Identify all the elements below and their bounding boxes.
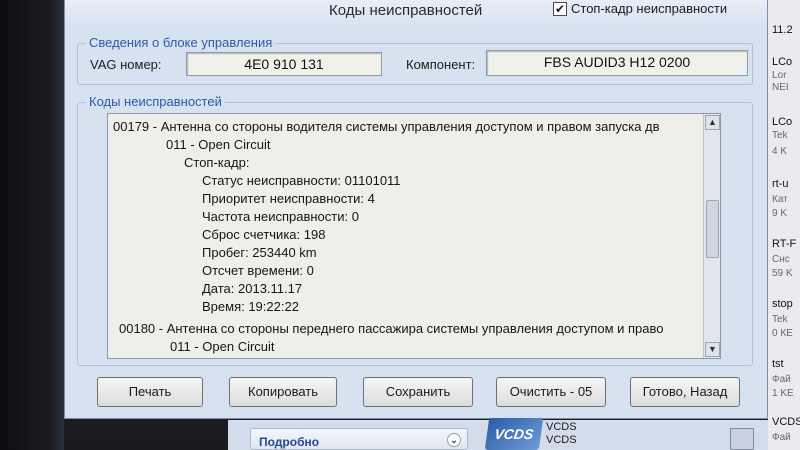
vag-number-field: 4E0 910 131 — [186, 52, 382, 76]
component-label: Компонент: — [406, 57, 476, 72]
checkmark-icon: ✔ — [554, 1, 566, 16]
details-toggle[interactable]: Подробно ⌄ — [250, 428, 468, 450]
vag-number-label: VAG номер: — [90, 57, 162, 72]
fault-codes-group-title: Коды неисправностей — [86, 94, 225, 109]
window-title: Коды неисправностей — [329, 2, 483, 19]
calculator-icon[interactable] — [730, 428, 754, 450]
freeze-frame-label: Стоп-кадр неисправности — [571, 1, 728, 16]
fault-codes-list[interactable]: 00179 - Антенна со стороны водителя сист… — [107, 113, 721, 359]
vcds-label: VCDS — [546, 434, 577, 446]
vcds-logo: VCDS — [484, 418, 544, 450]
monitor-bezel — [0, 0, 64, 450]
freeze-frame-checkbox[interactable]: ✔ — [553, 1, 567, 16]
file-list-header: 11.2 — [772, 24, 793, 36]
title-bar: Коды неисправностей ✔ Стоп-кадр неисправ… — [65, 0, 767, 25]
clear-button[interactable]: Очистить - 05 — [496, 377, 606, 407]
fault-code-line: Дата: 2013.11.17 — [202, 281, 303, 296]
freeze-frame-toggle[interactable]: ✔ Стоп-кадр неисправности — [553, 1, 727, 16]
fault-code-line: Стоп-кадр: — [184, 155, 250, 170]
fault-code-line: Отсчет времени: 0 — [202, 263, 314, 278]
fault-code-line: Время: 19:22:22 — [202, 299, 299, 314]
fault-code-line: 011 - Open Circuit — [166, 137, 271, 152]
vcds-label: VCDS — [546, 421, 577, 433]
fault-code-line: 00179 - Антенна со стороны водителя сист… — [113, 119, 660, 134]
vertical-scrollbar[interactable]: ▲ ▼ — [703, 114, 720, 358]
fault-code-line: Пробег: 253440 km — [202, 245, 317, 260]
scroll-up-icon[interactable]: ▲ — [705, 115, 720, 130]
fault-code-line: 00180 - Антенна со стороны переднего пас… — [119, 321, 664, 336]
fault-codes-dialog: Коды неисправностей ✔ Стоп-кадр неисправ… — [64, 0, 768, 419]
scroll-down-icon[interactable]: ▼ — [705, 342, 720, 357]
details-label: Подробно — [259, 435, 320, 449]
chevron-down-icon[interactable]: ⌄ — [447, 433, 461, 447]
done-back-button[interactable]: Готово, Назад — [630, 377, 740, 407]
component-field: FBS AUDID3 H12 0200 — [486, 50, 748, 76]
print-button[interactable]: Печать — [97, 377, 203, 407]
fault-code-line: 011 - Open Circuit — [170, 339, 275, 354]
fault-code-line: Сброс счетчика: 198 — [202, 227, 326, 242]
copy-button[interactable]: Копировать — [229, 377, 337, 407]
control-unit-group: Сведения о блоке управления VAG номер: 4… — [77, 35, 753, 85]
fault-code-line: Статус неисправности: 01101011 — [202, 173, 401, 188]
fault-code-line: Приоритет неисправности: 4 — [202, 191, 375, 206]
control-unit-group-title: Сведения о блоке управления — [86, 35, 276, 50]
scrollbar-thumb[interactable] — [706, 200, 719, 258]
fault-code-line: Частота неисправности: 0 — [202, 209, 359, 224]
screen: Коды неисправностей ✔ Стоп-кадр неисправ… — [0, 0, 800, 450]
file-list-pane: 11.2 LCo Lor NEI LCo Tek 4 K rt-u Кат 9 … — [768, 0, 800, 450]
save-button[interactable]: Сохранить — [363, 377, 473, 407]
